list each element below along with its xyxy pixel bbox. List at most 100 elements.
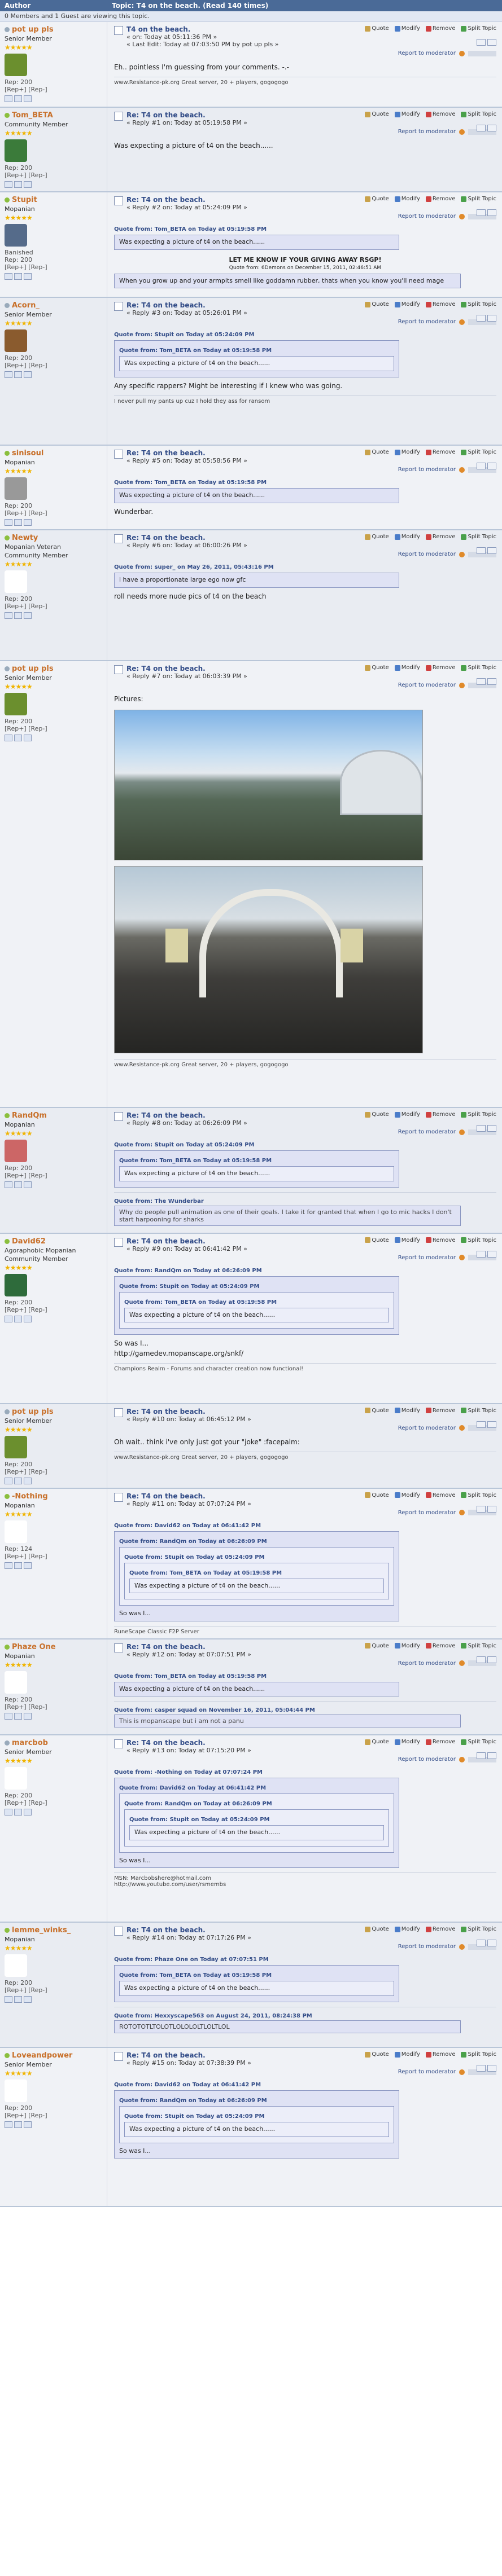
poster-username[interactable]: pot up pls <box>12 25 54 34</box>
report-to-moderator-link[interactable]: Report to moderator <box>398 2069 456 2075</box>
pm-icon[interactable] <box>24 1996 32 2003</box>
remove-button[interactable]: Remove <box>425 449 455 455</box>
signature-text[interactable]: RuneScape Classic F2P Server <box>114 1629 496 1635</box>
reputation-links[interactable]: [Rep+] [Rep-] <box>5 86 103 93</box>
email-icon[interactable] <box>14 371 22 378</box>
split-topic-button[interactable]: Split Topic <box>461 2051 496 2058</box>
remove-button[interactable]: Remove <box>425 1739 455 1745</box>
report-to-moderator-link[interactable]: Report to moderator <box>398 1660 456 1667</box>
modify-button[interactable]: Modify <box>394 534 420 540</box>
poster-name[interactable]: -Nothing <box>5 1492 103 1501</box>
modify-button[interactable]: Modify <box>394 1408 420 1414</box>
reputation-links[interactable]: [Rep+] [Rep-] <box>5 1986 103 1994</box>
quote-button[interactable]: Quote <box>365 665 389 671</box>
quote-button[interactable]: Quote <box>365 2051 389 2058</box>
karma-down-icon[interactable] <box>487 1250 496 1258</box>
pm-icon[interactable] <box>24 95 32 102</box>
split-topic-button[interactable]: Split Topic <box>461 1237 496 1243</box>
karma-up-icon[interactable] <box>477 1421 486 1428</box>
quote-button[interactable]: Quote <box>365 301 389 307</box>
poster-username[interactable]: Loveandpower <box>12 2051 72 2060</box>
pm-icon[interactable] <box>24 1809 32 1815</box>
modify-button[interactable]: Modify <box>394 1237 420 1243</box>
post-title[interactable]: Re: T4 on the beach. <box>126 1492 251 1500</box>
split-topic-button[interactable]: Split Topic <box>461 665 496 671</box>
post-title[interactable]: T4 on the beach. <box>126 25 278 33</box>
poster-username[interactable]: Acorn_ <box>12 301 40 310</box>
post-title[interactable]: Re: T4 on the beach. <box>126 1237 247 1245</box>
remove-button[interactable]: Remove <box>425 1237 455 1243</box>
reputation-links[interactable]: [Rep+] [Rep-] <box>5 1553 103 1560</box>
poster-name[interactable]: lemme_winks_ <box>5 1926 103 1935</box>
pm-icon[interactable] <box>24 1712 32 1720</box>
karma-down-icon[interactable] <box>487 1752 496 1759</box>
profile-icon[interactable] <box>5 2121 12 2128</box>
post-title[interactable]: Re: T4 on the beach. <box>126 1408 251 1416</box>
remove-button[interactable]: Remove <box>425 25 455 32</box>
profile-icon[interactable] <box>5 1315 12 1322</box>
poster-name[interactable]: Tom_BETA <box>5 111 103 120</box>
poster-username[interactable]: David62 <box>12 1237 46 1246</box>
reputation-links[interactable]: [Rep+] [Rep-] <box>5 263 103 271</box>
email-icon[interactable] <box>14 1477 22 1484</box>
karma-up-icon[interactable] <box>477 2065 486 2072</box>
remove-button[interactable]: Remove <box>425 1408 455 1414</box>
reputation-links[interactable]: [Rep+] [Rep-] <box>5 362 103 369</box>
remove-button[interactable]: Remove <box>425 111 455 117</box>
poster-name[interactable]: RandQm <box>5 1111 103 1120</box>
poster-username[interactable]: pot up pls <box>12 1408 54 1416</box>
poster-name[interactable]: pot up pls <box>5 25 103 34</box>
modify-button[interactable]: Modify <box>394 1492 420 1498</box>
pm-icon[interactable] <box>24 612 32 619</box>
reputation-links[interactable]: [Rep+] [Rep-] <box>5 1799 103 1806</box>
karma-up-icon[interactable] <box>477 1505 486 1513</box>
email-icon[interactable] <box>14 519 22 526</box>
karma-down-icon[interactable] <box>487 1940 496 1946</box>
split-topic-button[interactable]: Split Topic <box>461 25 496 32</box>
pm-icon[interactable] <box>24 519 32 526</box>
quote-button[interactable]: Quote <box>365 25 389 32</box>
reputation-links[interactable]: [Rep+] [Rep-] <box>5 2112 103 2119</box>
report-to-moderator-link[interactable]: Report to moderator <box>398 50 456 56</box>
report-to-moderator-link[interactable]: Report to moderator <box>398 129 456 135</box>
poster-username[interactable]: Tom_BETA <box>12 111 53 120</box>
email-icon[interactable] <box>14 735 22 741</box>
report-to-moderator-link[interactable]: Report to moderator <box>398 1129 456 1135</box>
signature-text[interactable]: www.Resistance-pk.org Great server, 20 +… <box>114 80 496 86</box>
report-to-moderator-link[interactable]: Report to moderator <box>398 319 456 325</box>
post-title[interactable]: Re: T4 on the beach. <box>126 449 247 457</box>
reputation-links[interactable]: [Rep+] [Rep-] <box>5 1703 103 1711</box>
poster-name[interactable]: Acorn_ <box>5 301 103 310</box>
karma-down-icon[interactable] <box>487 1505 496 1513</box>
poster-name[interactable]: sinisoul <box>5 449 103 458</box>
quote-button[interactable]: Quote <box>365 196 389 202</box>
report-to-moderator-link[interactable]: Report to moderator <box>398 551 456 557</box>
post-title[interactable]: Re: T4 on the beach. <box>126 1643 251 1651</box>
poster-username[interactable]: lemme_winks_ <box>12 1926 71 1935</box>
reputation-links[interactable]: [Rep+] [Rep-] <box>5 725 103 732</box>
remove-button[interactable]: Remove <box>425 534 455 540</box>
remove-button[interactable]: Remove <box>425 1643 455 1649</box>
split-topic-button[interactable]: Split Topic <box>461 301 496 307</box>
poster-name[interactable]: marcbob <box>5 1739 103 1747</box>
post-link[interactable]: http://gamedev.mopanscape.org/snkf/ <box>114 1348 496 1359</box>
karma-up-icon[interactable] <box>477 209 486 216</box>
profile-icon[interactable] <box>5 519 12 526</box>
modify-button[interactable]: Modify <box>394 665 420 671</box>
modify-button[interactable]: Modify <box>394 1926 420 1932</box>
email-icon[interactable] <box>14 1712 22 1720</box>
email-icon[interactable] <box>14 1181 22 1188</box>
profile-icon[interactable] <box>5 371 12 378</box>
signature-text[interactable]: MSN: Marcbobshere@hotmail.com <box>114 1875 496 1882</box>
poster-name[interactable]: pot up pls <box>5 665 103 673</box>
poster-name[interactable]: Newty <box>5 534 103 542</box>
split-topic-button[interactable]: Split Topic <box>461 449 496 455</box>
reputation-links[interactable]: [Rep+] [Rep-] <box>5 603 103 610</box>
report-to-moderator-link[interactable]: Report to moderator <box>398 682 456 688</box>
poster-name[interactable]: Phaze One <box>5 1643 103 1651</box>
remove-button[interactable]: Remove <box>425 1492 455 1498</box>
poster-username[interactable]: Phaze One <box>12 1643 56 1651</box>
split-topic-button[interactable]: Split Topic <box>461 1643 496 1649</box>
karma-down-icon[interactable] <box>487 209 496 216</box>
report-to-moderator-link[interactable]: Report to moderator <box>398 1255 456 1261</box>
